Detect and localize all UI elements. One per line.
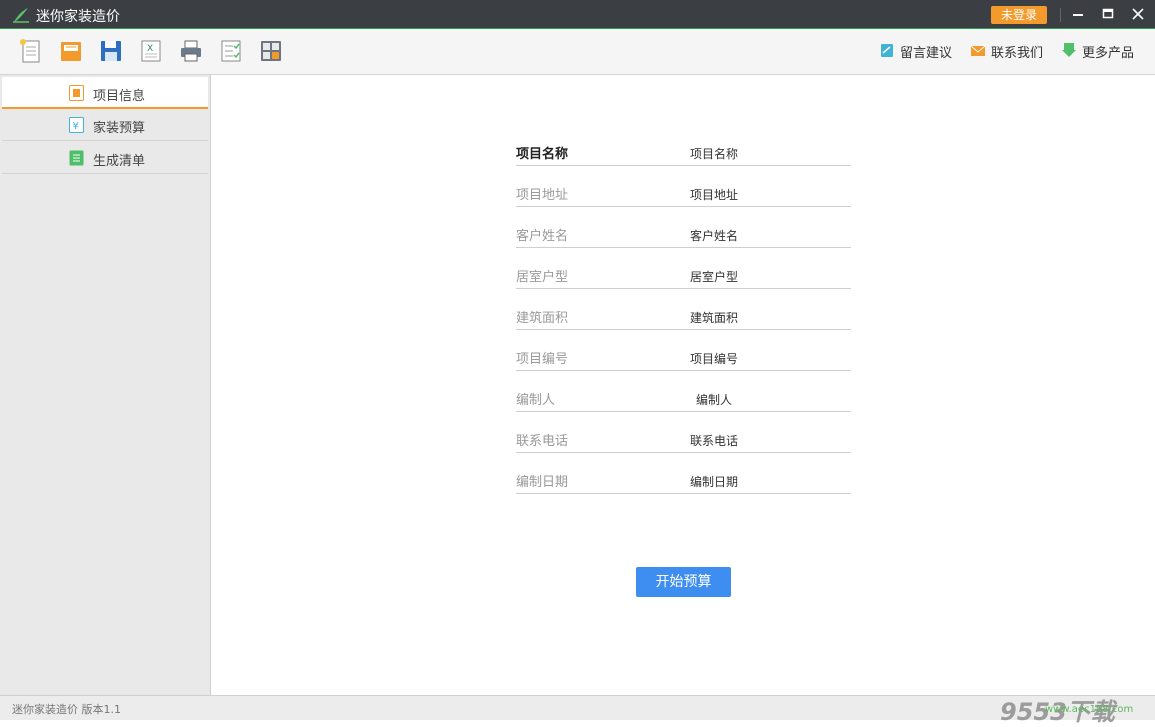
close-icon[interactable]	[1128, 5, 1148, 23]
open-icon[interactable]	[58, 38, 84, 64]
field-input[interactable]: 项目地址	[690, 186, 738, 203]
field-label: 编制日期	[516, 475, 569, 490]
status-bar: 迷你家装造价 版本1.1 9553下载 www.aec188.com	[0, 695, 1155, 726]
field-label: 项目名称	[516, 147, 569, 162]
feedback-label: 留言建议	[900, 46, 953, 61]
checklist-icon[interactable]	[218, 38, 244, 64]
new-icon[interactable]	[18, 38, 44, 64]
sidebar: 项目信息 ¥ 家装预算 生成清单	[0, 75, 211, 695]
field-label: 建筑面积	[516, 311, 569, 326]
sidebar-item-budget[interactable]: ¥ 家装预算	[2, 109, 208, 141]
window-separator	[1060, 8, 1061, 22]
svg-text:¥: ¥	[73, 121, 79, 132]
more-products-label: 更多产品	[1082, 46, 1135, 61]
contact-label: 联系我们	[991, 46, 1044, 61]
edit-icon	[881, 44, 893, 57]
field-project-number[interactable]: 项目编号 项目编号	[516, 340, 851, 371]
calculator-icon[interactable]	[258, 38, 284, 64]
field-input[interactable]: 联系电话	[690, 432, 738, 449]
field-building-area[interactable]: 建筑面积 建筑面积	[516, 299, 851, 330]
list-icon	[69, 150, 84, 166]
field-project-name[interactable]: 项目名称 项目名称	[516, 135, 851, 166]
toolbar: X 留言建议 联系我们 更多产品	[0, 29, 1155, 75]
mail-icon	[971, 45, 985, 56]
field-label: 居室户型	[516, 270, 569, 285]
field-customer-name[interactable]: 客户姓名 客户姓名	[516, 217, 851, 248]
svg-text:X: X	[147, 44, 153, 54]
field-project-address[interactable]: 项目地址 项目地址	[516, 176, 851, 207]
field-label: 客户姓名	[516, 229, 569, 244]
field-input[interactable]: 项目名称	[690, 145, 738, 162]
sidebar-item-label: 生成清单	[93, 154, 146, 169]
print-icon[interactable]	[178, 38, 204, 64]
login-button[interactable]: 未登录	[991, 6, 1047, 24]
field-input[interactable]: 居室户型	[690, 268, 738, 285]
budget-icon: ¥	[69, 117, 84, 133]
field-compile-date[interactable]: 编制日期 编制日期	[516, 463, 851, 494]
field-compiler[interactable]: 编制人 编制人	[516, 381, 851, 412]
field-label: 联系电话	[516, 434, 569, 449]
field-input[interactable]: 编制人	[696, 391, 732, 408]
sidebar-item-project-info[interactable]: 项目信息	[2, 77, 208, 109]
project-info-icon	[69, 85, 84, 101]
save-icon[interactable]	[98, 38, 124, 64]
app-title: 迷你家装造价	[36, 9, 120, 25]
excel-icon[interactable]: X	[138, 38, 164, 64]
field-input[interactable]: 客户姓名	[690, 227, 738, 244]
sidebar-item-label: 家装预算	[93, 121, 146, 136]
sidebar-item-generate-list[interactable]: 生成清单	[2, 142, 208, 174]
download-icon	[1062, 43, 1076, 57]
field-input[interactable]: 项目编号	[690, 350, 738, 367]
title-bar: 迷你家装造价 未登录	[0, 0, 1155, 29]
minimize-icon[interactable]	[1068, 5, 1088, 23]
field-input[interactable]: 建筑面积	[690, 309, 738, 326]
field-label: 项目地址	[516, 188, 569, 203]
field-label: 编制人	[516, 393, 556, 408]
field-room-layout[interactable]: 居室户型 居室户型	[516, 258, 851, 289]
field-label: 项目编号	[516, 352, 569, 367]
version-text: 迷你家装造价 版本1.1	[12, 703, 121, 716]
project-info-form: 项目名称 项目名称 项目地址 项目地址 客户姓名 客户姓名 居室户型 居室户型 …	[211, 75, 1155, 695]
app-logo-icon	[13, 8, 29, 23]
field-phone[interactable]: 联系电话 联系电话	[516, 422, 851, 453]
sidebar-item-label: 项目信息	[93, 89, 146, 104]
maximize-icon[interactable]	[1098, 5, 1118, 23]
watermark-url: www.aec188.com	[1045, 704, 1134, 715]
field-input[interactable]: 编制日期	[690, 473, 738, 490]
start-budget-button[interactable]: 开始预算	[636, 567, 731, 597]
